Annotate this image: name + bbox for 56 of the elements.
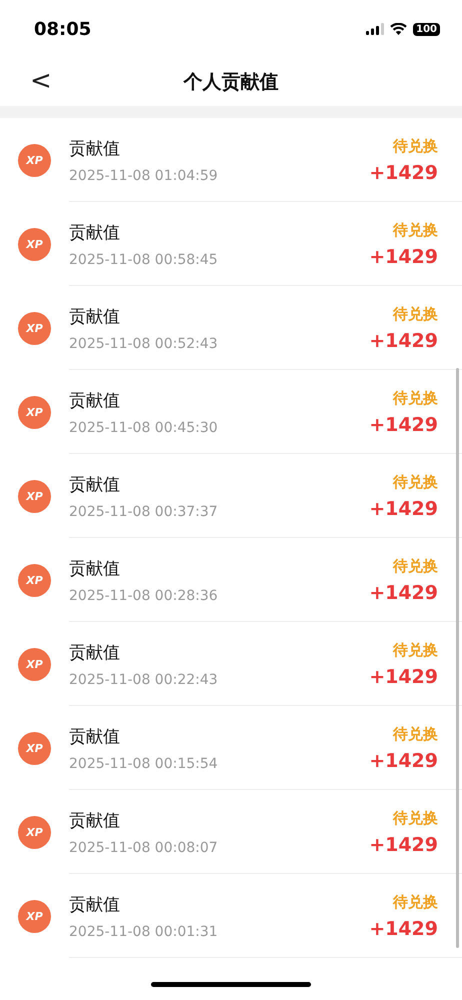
record-status: 待兑换 (393, 556, 438, 576)
record-title: 贡献值 (69, 390, 121, 412)
record-title: 贡献值 (69, 474, 121, 496)
record-amount: +1429 (369, 582, 438, 604)
record-amount: +1429 (369, 834, 438, 856)
page-title: 个人贡献值 (184, 70, 278, 95)
xp-badge: XP (18, 480, 51, 512)
back-button[interactable]: < (26, 66, 56, 96)
record-amount: +1429 (369, 246, 438, 268)
record-time: 2025-11-08 00:45:30 (69, 420, 219, 436)
record-time: 2025-11-08 00:37:37 (69, 504, 219, 520)
record-title: 贡献值 (69, 810, 121, 832)
record-title: 贡献值 (69, 894, 121, 916)
xp-badge: XP (18, 564, 51, 596)
record-amount: +1429 (369, 162, 438, 184)
record-amount: +1429 (369, 666, 438, 688)
record-status: 待兑换 (393, 472, 438, 492)
record-status: 待兑换 (393, 136, 438, 156)
record-status: 待兑换 (393, 640, 438, 660)
record-time: 2025-11-08 00:15:54 (69, 756, 219, 772)
xp-badge: XP (18, 312, 51, 344)
xp-badge: XP (18, 900, 51, 932)
record-amount: +1429 (369, 330, 438, 352)
record-title: 贡献值 (69, 642, 121, 664)
record-time: 2025-11-08 00:52:43 (69, 336, 219, 352)
record-time: 2025-11-08 00:22:43 (69, 672, 219, 688)
record-title: 贡献值 (69, 138, 121, 160)
record-title: 贡献值 (69, 726, 121, 748)
battery-level: 100 (413, 22, 440, 36)
record-status: 待兑换 (393, 220, 438, 240)
record-time: 2025-11-08 00:01:31 (69, 924, 219, 940)
xp-badge: XP (18, 732, 51, 764)
record-status: 待兑换 (393, 808, 438, 828)
record-status: 待兑换 (393, 304, 438, 324)
record-title: 贡献值 (69, 306, 121, 328)
record-amount: +1429 (369, 414, 438, 436)
record-title: 贡献值 (69, 558, 121, 580)
record-time: 2025-11-08 01:04:59 (69, 168, 219, 184)
xp-badge: XP (18, 396, 51, 428)
record-status: 待兑换 (393, 724, 438, 744)
record-title: 贡献值 (69, 222, 121, 244)
record-time: 2025-11-08 00:08:07 (69, 840, 219, 856)
signal-icon (366, 23, 384, 35)
wifi-icon (390, 23, 408, 35)
record-status: 待兑换 (393, 388, 438, 408)
status-time: 08:05 (34, 18, 92, 40)
record-amount: +1429 (369, 918, 438, 940)
record-amount: +1429 (369, 750, 438, 772)
record-amount: +1429 (369, 498, 438, 520)
record-time: 2025-11-08 00:58:45 (69, 252, 219, 268)
record-status: 待兑换 (393, 892, 438, 912)
xp-badge: XP (18, 648, 51, 680)
xp-badge: XP (18, 144, 51, 176)
record-time: 2025-11-08 00:28:36 (69, 588, 219, 604)
xp-badge: XP (18, 228, 51, 260)
xp-badge: XP (18, 816, 51, 848)
